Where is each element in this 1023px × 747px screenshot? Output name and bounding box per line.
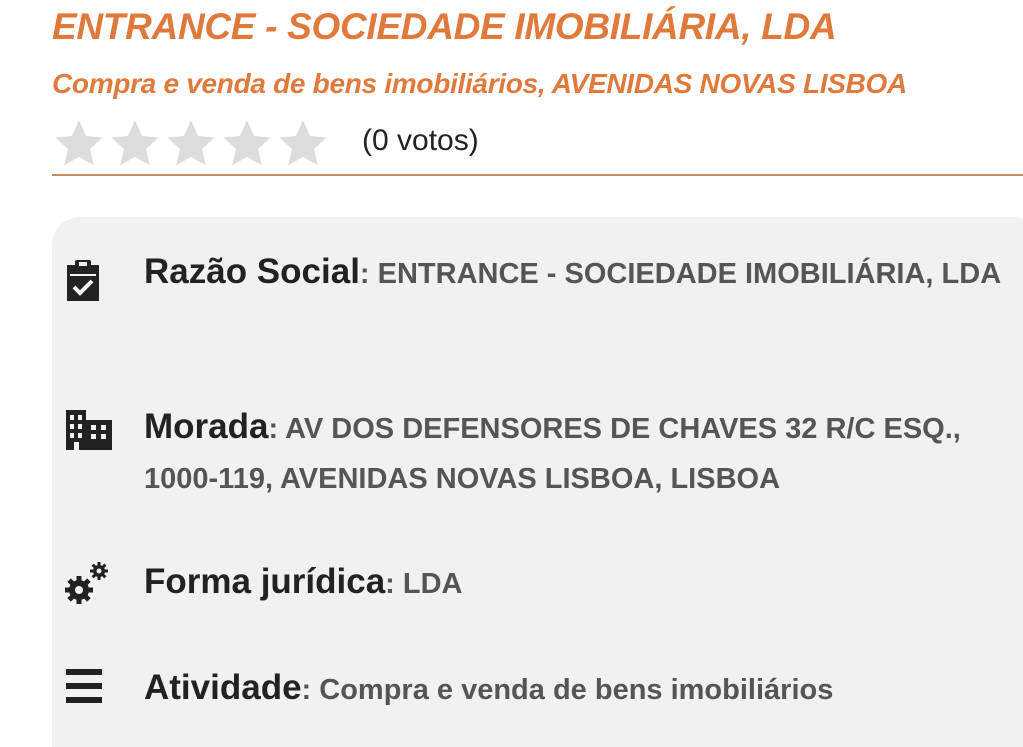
star-2-icon[interactable] (108, 117, 162, 171)
info-forma-juridica: Forma jurídica: LDA (144, 557, 1004, 609)
votes-count: (0 votos) (362, 124, 479, 157)
atividade-value: Compra e venda de bens imobiliários (319, 674, 834, 706)
company-title: ENTRANCE - SOCIEDADE IMOBILIÁRIA, LDA (52, 6, 837, 47)
info-atividade: Atividade: Compra e venda de bens imobil… (144, 663, 1004, 715)
info-morada: Morada: AV DOS DEFENSORES DE CHAVES 32 R… (144, 402, 1004, 504)
razao-social-value: ENTRANCE - SOCIEDADE IMOBILIÁRIA, LDA (377, 258, 1002, 290)
forma-juridica-value: LDA (402, 568, 463, 600)
list-icon (66, 669, 102, 703)
star-rating[interactable] (52, 117, 332, 171)
star-3-icon[interactable] (164, 117, 218, 171)
building-icon (66, 410, 112, 450)
company-page: ENTRANCE - SOCIEDADE IMOBILIÁRIA, LDA Co… (0, 0, 1023, 747)
clipboard-check-icon (67, 260, 99, 301)
rating-widget: (0 votos) (52, 118, 479, 170)
razao-social-label: Razão Social (144, 252, 360, 291)
star-1-icon[interactable] (52, 117, 106, 171)
razao-social-separator: : (359, 258, 378, 290)
morada-separator: : (268, 413, 286, 445)
gears-icon (65, 562, 108, 604)
company-subtitle: Compra e venda de bens imobiliários, AVE… (52, 68, 907, 99)
star-4-icon[interactable] (220, 117, 274, 171)
forma-juridica-separator: : (385, 568, 403, 600)
atividade-separator: : (301, 674, 320, 706)
star-5-icon[interactable] (276, 117, 330, 171)
header-divider (52, 174, 1023, 176)
forma-juridica-label: Forma jurídica (144, 562, 386, 601)
morada-label: Morada (144, 407, 269, 446)
info-razao-social: Razão Social: ENTRANCE - SOCIEDADE IMOBI… (144, 247, 1004, 299)
company-info-card: Razão Social: ENTRANCE - SOCIEDADE IMOBI… (52, 217, 1023, 747)
atividade-label: Atividade (144, 668, 302, 707)
